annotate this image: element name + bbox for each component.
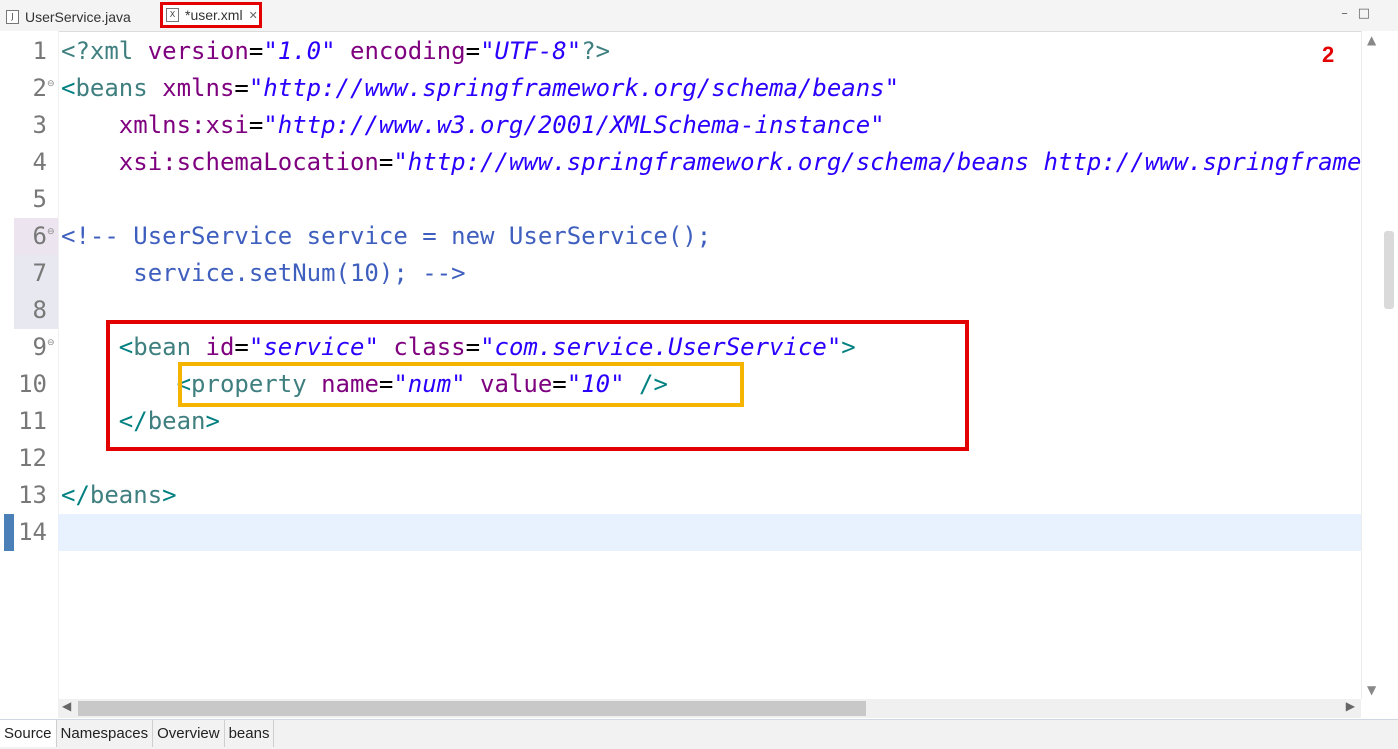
code-token: = [248, 37, 264, 65]
code-token: </ [61, 481, 90, 509]
line-number: 5 [32, 185, 47, 213]
code-line[interactable]: 5 [0, 181, 1361, 218]
line-number: 10 [18, 370, 47, 398]
code-text: xmlns:xsi="http://www.w3.org/2001/XMLSch… [61, 107, 885, 144]
code-token: < [61, 74, 76, 102]
code-token: ?> [581, 37, 611, 65]
xml-file-icon: X [166, 8, 179, 22]
tab-user-xml[interactable]: X *user.xml ✕ [160, 2, 262, 28]
code-token: "http://www.w3.org/2001/XMLSchema-instan… [263, 111, 885, 139]
code-token: <!-- UserService service = new UserServi… [61, 222, 712, 250]
code-token: "http://www.springframework.org/schema/b… [248, 74, 900, 102]
line-number: 2 [32, 74, 47, 102]
line-number: 9 [32, 333, 47, 361]
tab-label: *user.xml [185, 7, 243, 23]
code-line[interactable]: 4 xsi:schemaLocation="http://www.springf… [0, 144, 1361, 181]
fold-toggle-icon[interactable]: ⊖ [47, 338, 55, 348]
code-token: xmlns:xsi [118, 111, 249, 139]
code-text: <beans xmlns="http://www.springframework… [61, 70, 899, 107]
fold-toggle-icon[interactable]: ⊖ [47, 79, 55, 89]
scroll-left-icon[interactable]: ◀ [62, 699, 71, 713]
code-line[interactable]: 14 [0, 514, 1361, 551]
code-token: = [234, 74, 249, 102]
tab-beans[interactable]: beans [225, 720, 275, 747]
scroll-down-icon[interactable]: ▼ [1367, 683, 1376, 697]
code-token: service.setNum(10); --> [61, 259, 466, 287]
code-text: service.setNum(10); --> [61, 255, 466, 292]
line-number: 3 [32, 111, 47, 139]
line-number: 4 [32, 148, 47, 176]
code-token: beans [75, 74, 163, 102]
code-token: = [248, 111, 264, 139]
fold-toggle-icon[interactable]: ⊖ [47, 227, 55, 237]
code-token: encoding [335, 37, 466, 65]
code-token: = [465, 37, 481, 65]
vertical-scrollbar[interactable]: ▲ ▼ [1361, 31, 1398, 699]
editor-page-tabs: Source Namespaces Overview beans [0, 719, 1398, 749]
line-number: 7 [32, 259, 47, 287]
horizontal-scrollbar[interactable]: ◀ ▶ [58, 699, 1361, 718]
tab-overview[interactable]: Overview [153, 720, 225, 747]
horizontal-scroll-thumb[interactable] [78, 701, 866, 716]
code-line[interactable]: 7 service.setNum(10); --> [0, 255, 1361, 292]
window-controls[interactable]: –□ [1341, 6, 1380, 21]
java-file-icon: J [6, 9, 19, 24]
code-text: <!-- UserService service = new UserServi… [61, 218, 711, 255]
tab-userservice-java[interactable]: J UserService.java [6, 3, 131, 30]
line-number: 11 [18, 407, 47, 435]
tab-namespaces[interactable]: Namespaces [57, 720, 154, 747]
property-highlight-box [178, 362, 744, 407]
editor-tab-bar: J UserService.java X *user.xml ✕ –□ [0, 0, 1398, 32]
code-token: <?xml [61, 37, 148, 65]
code-token: version [147, 37, 249, 65]
code-token: beans [89, 481, 163, 509]
code-token: "1.0" [263, 37, 336, 65]
code-text: </beans> [61, 477, 177, 514]
line-number: 13 [18, 481, 47, 509]
code-token: = [378, 148, 394, 176]
line-number: 12 [18, 444, 47, 472]
line-number: 14 [18, 518, 47, 546]
code-token: "http://www.springframework.org/schema/b… [393, 148, 1361, 176]
code-line[interactable]: 3 xmlns:xsi="http://www.w3.org/2001/XMLS… [0, 107, 1361, 144]
code-token: xsi:schemaLocation [118, 148, 379, 176]
close-icon[interactable]: ✕ [249, 9, 258, 22]
tab-label: UserService.java [25, 8, 131, 25]
scroll-up-icon[interactable]: ▲ [1367, 33, 1376, 47]
code-token: xmlns [162, 74, 235, 102]
scroll-right-icon[interactable]: ▶ [1346, 699, 1355, 713]
code-text: xsi:schemaLocation="http://www.springfra… [61, 144, 1361, 181]
code-line[interactable]: 6 ⊖ <!-- UserService service = new UserSer… [0, 218, 1361, 255]
tab-source[interactable]: Source [0, 720, 57, 747]
line-number: 8 [32, 296, 47, 324]
code-token: > [162, 481, 177, 509]
vertical-scroll-thumb[interactable] [1384, 231, 1394, 309]
code-text: <?xml version="1.0" encoding="UTF-8"?> [61, 33, 610, 70]
code-line[interactable]: 13 </beans> [0, 477, 1361, 514]
line-number: 6 [32, 222, 47, 250]
code-line[interactable]: 1 <?xml version="1.0" encoding="UTF-8"?> [0, 33, 1361, 70]
code-token: "UTF-8" [480, 37, 582, 65]
code-line[interactable]: 2 ⊖ <beans xmlns="http://www.springframewo… [0, 70, 1361, 107]
line-number: 1 [32, 37, 47, 65]
annotation-step-number: 2 [1322, 42, 1335, 67]
